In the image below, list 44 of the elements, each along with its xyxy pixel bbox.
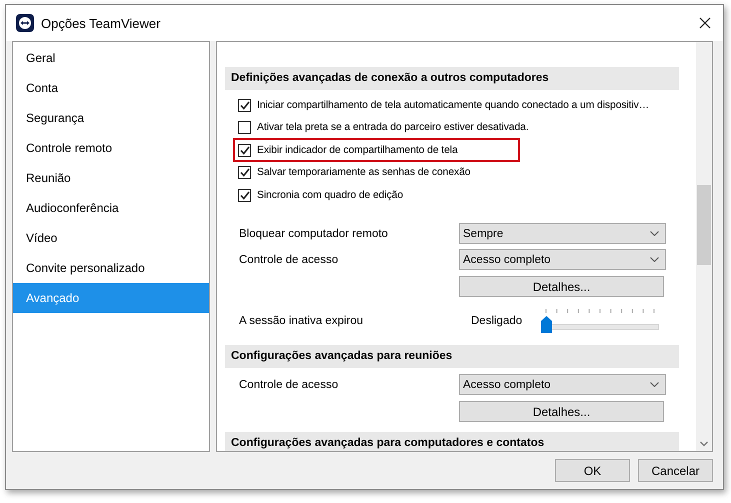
dialog-button[interactable]: Cancelar: [638, 459, 713, 482]
checkbox-label: Ativar tela preta se a entrada do parceiro estiver desativada.: [257, 122, 529, 134]
sidebar-item[interactable]: Reunião: [13, 163, 209, 193]
details-button[interactable]: Detalhes...: [459, 276, 664, 297]
sidebar-item[interactable]: Geral: [13, 43, 209, 73]
scroll-down-icon[interactable]: [700, 441, 708, 447]
dialog-button[interactable]: OK: [555, 459, 630, 482]
sidebar-item[interactable]: Conta: [13, 73, 209, 103]
details-button[interactable]: Detalhes...: [459, 401, 664, 422]
checkbox[interactable]: [238, 144, 251, 157]
window-title: Opções TeamViewer: [41, 16, 162, 30]
checkbox-label: Sincronia com quadro de edição: [257, 190, 404, 201]
field-label: Controle de acesso: [239, 378, 340, 390]
slider[interactable]: [541, 308, 659, 332]
app-icon: [16, 14, 34, 32]
scrollbar[interactable]: [696, 42, 712, 451]
close-icon[interactable]: [697, 15, 713, 31]
section-header: Configurações avançadas para reuniões: [225, 344, 679, 368]
dropdown[interactable]: Acesso completo: [459, 374, 666, 395]
field-label: A sessão inativa expirou: [239, 314, 364, 326]
chevron-icon: [650, 257, 659, 262]
checkbox-label: Salvar temporariamente as senhas de conexão: [257, 167, 470, 178]
checkbox-label: Iniciar compartilhamento de tela automaticamente quando conectado a um dispositiv…: [257, 100, 650, 111]
sidebar-item[interactable]: Vídeo: [13, 223, 209, 253]
section-header: Configurações avançadas para computadores e contatos: [225, 432, 679, 451]
chevron-icon: [650, 382, 659, 387]
chevron-icon: [650, 231, 659, 236]
dropdown[interactable]: Acesso completo: [459, 249, 666, 270]
slider-thumb[interactable]: [541, 316, 552, 332]
sidebar-item[interactable]: Controle remoto: [13, 133, 209, 163]
checkbox[interactable]: [238, 98, 251, 112]
slider-reading: Desligado: [471, 314, 524, 326]
scrollbar-thumb[interactable]: [697, 185, 711, 265]
checkbox-label: Exibir indicador de compartilhamento de tela: [257, 144, 458, 156]
sidebar-item[interactable]: Audioconferência: [13, 193, 209, 223]
section-header: Definições avançadas de conexão a outros computadores: [225, 67, 679, 90]
checkbox[interactable]: [238, 188, 251, 202]
sidebar-item[interactable]: Convite personalizado: [13, 253, 209, 283]
field-label: Controle de acesso: [239, 254, 340, 266]
dropdown[interactable]: Sempre: [459, 223, 666, 244]
checkbox[interactable]: [238, 121, 251, 134]
sidebar-item[interactable]: Segurança: [13, 103, 209, 133]
field-label: Bloquear computador remoto: [239, 228, 389, 240]
checkbox[interactable]: [238, 166, 251, 180]
